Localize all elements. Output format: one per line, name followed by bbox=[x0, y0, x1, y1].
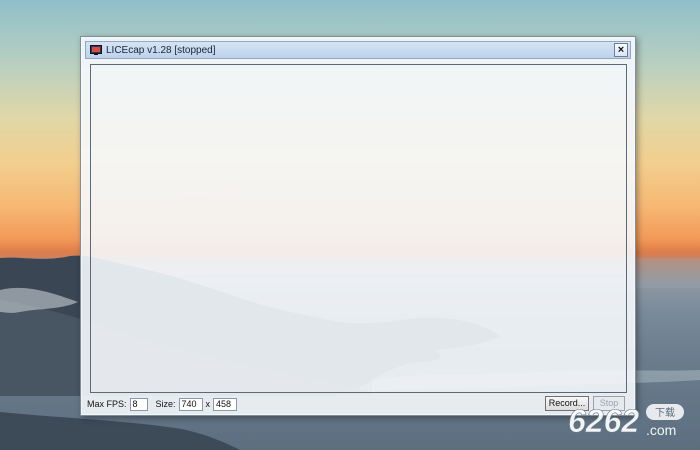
watermark-tag: 下载 bbox=[655, 407, 675, 419]
size-label: Size: bbox=[155, 399, 176, 409]
height-input[interactable]: 458 bbox=[213, 397, 238, 411]
close-icon: × bbox=[617, 43, 625, 56]
title-bar[interactable]: LICEcap v1.28 [stopped] × bbox=[85, 41, 631, 59]
site-watermark: 6262 下载 .com bbox=[566, 398, 696, 440]
watermark-brand: 6262 bbox=[568, 403, 639, 439]
max-fps-input[interactable]: 8 bbox=[129, 397, 148, 411]
window-title: LICEcap v1.28 [stopped] bbox=[106, 44, 216, 56]
control-bar: Max FPS: 8 Size: 740 x 458 Record... Sto… bbox=[87, 395, 631, 413]
capture-region[interactable] bbox=[90, 64, 627, 393]
licecap-window[interactable]: LICEcap v1.28 [stopped] × Max FPS: 8 Siz… bbox=[80, 36, 636, 416]
watermark-suffix: .com bbox=[646, 422, 676, 438]
licecap-app-icon bbox=[90, 45, 102, 55]
close-button[interactable]: × bbox=[614, 43, 628, 57]
max-fps-label: Max FPS: bbox=[87, 399, 127, 409]
width-input[interactable]: 740 bbox=[178, 397, 203, 411]
size-separator: x bbox=[205, 399, 211, 409]
